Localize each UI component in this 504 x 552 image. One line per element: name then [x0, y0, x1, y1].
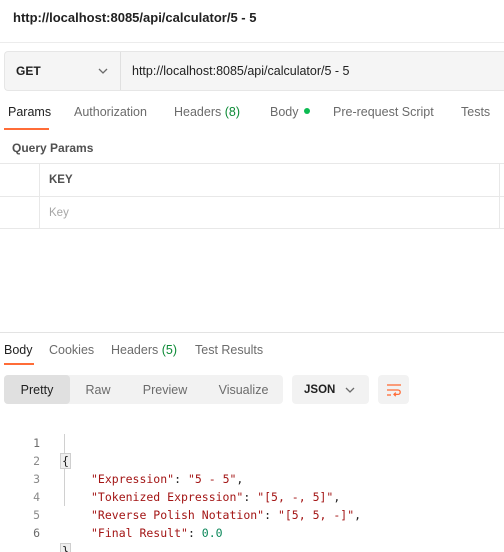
chevron-down-icon: [98, 68, 108, 74]
column-divider: [499, 164, 500, 196]
query-params-header-row: KEY: [0, 163, 504, 196]
view-mode-bar: Pretty Raw Preview Visualize: [4, 375, 283, 404]
request-tabs: Params Authorization Headers (8) Body Pr…: [0, 105, 504, 131]
view-raw[interactable]: Raw: [70, 375, 126, 404]
method-select[interactable]: GET: [5, 52, 121, 90]
key-column-header: KEY: [49, 174, 73, 186]
tab-pre-request-script[interactable]: Pre-request Script: [333, 105, 434, 119]
active-response-tab-indicator: [4, 363, 34, 365]
tab-label: Headers: [111, 343, 159, 357]
query-params-table: KEY Key: [0, 163, 504, 229]
headers-count: (8): [224, 105, 241, 119]
tab-label: Body: [4, 343, 33, 357]
json-colon: :: [187, 526, 202, 540]
tab-headers[interactable]: Headers (8): [174, 105, 240, 119]
url-bar: GET http://localhost:8085/api/calculator…: [4, 51, 504, 91]
tab-test-results[interactable]: Test Results: [195, 343, 263, 357]
key-input[interactable]: Key: [49, 197, 69, 228]
header-check-cell: [0, 164, 40, 196]
tab-response-headers[interactable]: Headers (5): [111, 343, 177, 357]
code-text: }: [60, 542, 71, 552]
response-tabs: Body Cookies Headers (5) Test Results: [0, 343, 504, 367]
tab-label: Test Results: [195, 343, 264, 357]
code-line: 6 }: [0, 506, 504, 552]
tab-label: Authorization: [74, 105, 147, 119]
tab-label: Params: [8, 105, 52, 119]
wrap-lines-icon: [386, 383, 401, 397]
tab-label: Body: [270, 105, 299, 119]
tab-label: Cookies: [49, 343, 95, 357]
chevron-down-icon: [345, 387, 355, 393]
query-params-title: Query Params: [12, 141, 94, 155]
url-input[interactable]: http://localhost:8085/api/calculator/5 -…: [121, 52, 504, 90]
url-value: http://localhost:8085/api/calculator/5 -…: [132, 64, 350, 78]
tab-body[interactable]: Body: [270, 105, 310, 119]
format-select[interactable]: JSON: [292, 375, 369, 404]
tab-label: Tests: [461, 105, 491, 119]
format-label: JSON: [304, 383, 336, 396]
tab-cookies[interactable]: Cookies: [49, 343, 94, 357]
response-divider: [0, 332, 504, 333]
json-number-value: 0.0: [201, 526, 223, 540]
code-line: 4 "Reverse Polish Notation": "[5, 5, -]"…: [0, 470, 504, 522]
close-brace: }: [60, 543, 71, 552]
code-text: "Final Result": 0.0: [91, 524, 223, 542]
tab-params[interactable]: Params: [8, 105, 51, 119]
view-preview[interactable]: Preview: [126, 375, 204, 404]
wrap-lines-button[interactable]: [378, 375, 409, 404]
view-pretty[interactable]: Pretty: [4, 375, 70, 404]
query-params-row: Key: [0, 196, 504, 229]
code-line: 3 "Tokenized Expression": "[5, -, 5]",: [0, 452, 504, 504]
title-divider: [0, 42, 504, 43]
line-number: 6: [33, 526, 40, 540]
body-indicator-dot: [303, 108, 310, 114]
column-divider: [499, 197, 500, 228]
tab-label: Headers: [174, 105, 222, 119]
view-visualize[interactable]: Visualize: [204, 375, 283, 404]
tab-label: Pre-request Script: [333, 105, 434, 119]
code-line: 1 {: [0, 416, 504, 469]
tab-response-body[interactable]: Body: [4, 343, 33, 357]
json-key: "Final Result": [91, 526, 188, 540]
code-line: 5 "Final Result": 0.0: [0, 488, 504, 540]
row-check-cell[interactable]: [0, 197, 40, 228]
method-label: GET: [16, 64, 41, 78]
tab-tests[interactable]: Tests: [461, 105, 490, 119]
tab-authorization[interactable]: Authorization: [74, 105, 147, 119]
response-body-viewer[interactable]: 1 { 2 "Expression": "5 - 5", 3 "Tokenize…: [0, 416, 504, 552]
request-title: http://localhost:8085/api/calculator/5 -…: [13, 10, 257, 25]
code-line: 2 "Expression": "5 - 5",: [0, 434, 504, 486]
active-tab-indicator: [4, 128, 49, 130]
response-headers-count: (5): [161, 343, 178, 357]
